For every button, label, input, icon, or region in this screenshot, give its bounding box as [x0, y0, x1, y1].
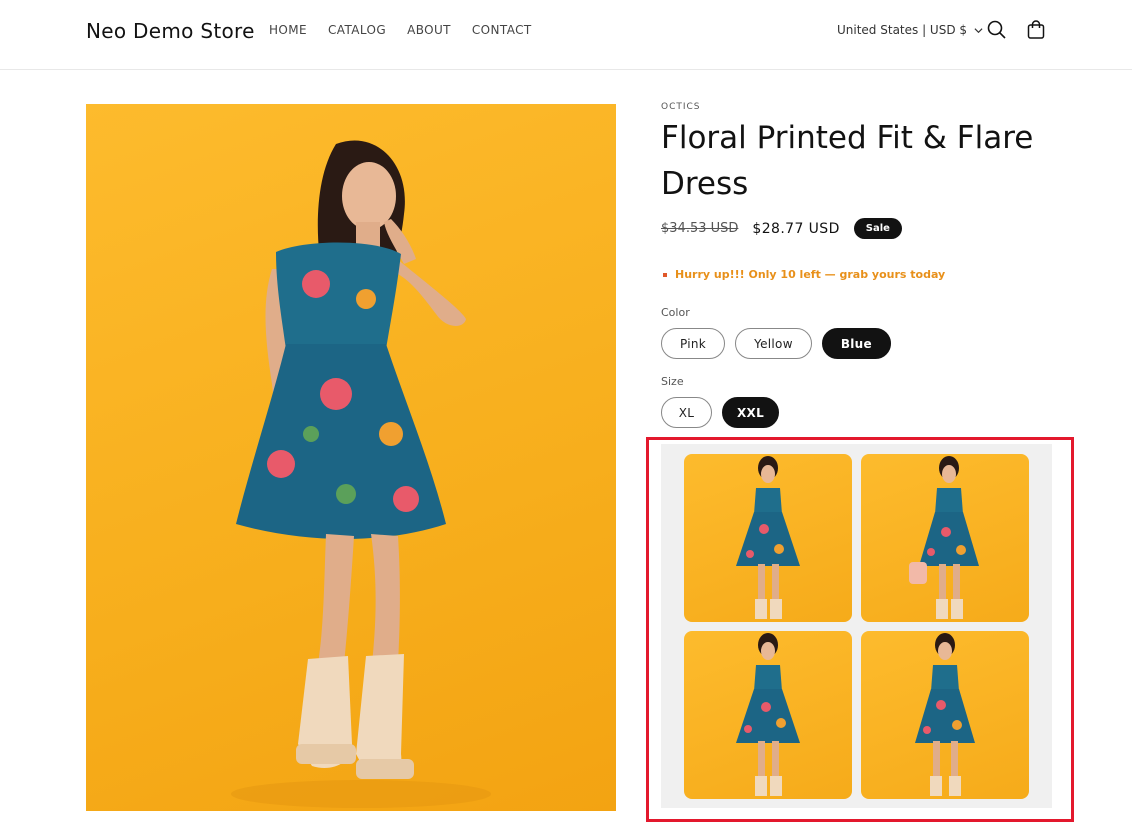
nav-home[interactable]: HOME [269, 23, 307, 37]
product-main-image[interactable] [86, 104, 616, 811]
model-photo [231, 140, 491, 808]
nav-catalog[interactable]: CATALOG [328, 23, 386, 37]
nav-contact[interactable]: CONTACT [472, 23, 532, 37]
product-title: Floral Printed Fit & Flare Dress [661, 120, 1034, 202]
cart-icon[interactable] [1025, 19, 1047, 41]
chevron-down-icon [974, 27, 983, 33]
locale-selector[interactable]: United States | USD $ [837, 23, 983, 37]
color-option-pink[interactable]: Pink [661, 328, 726, 359]
inventory-notice: Hurry up!!! Only 10 left — grab yours to… [663, 268, 945, 281]
locale-label: United States | USD $ [837, 23, 968, 37]
highlight-box [646, 437, 1074, 822]
bullet-icon [663, 272, 667, 277]
inventory-notice-text: Hurry up!!! Only 10 left — grab yours to… [675, 268, 946, 281]
size-option-xl[interactable]: XL [661, 397, 712, 428]
nav-about[interactable]: ABOUT [407, 23, 451, 37]
size-options: XL XXL [661, 397, 779, 428]
color-option-blue[interactable]: Blue [821, 328, 891, 359]
product-vendor: OCTICS [661, 102, 701, 112]
price-block: $34.53 USD $28.77 USD Sale [661, 218, 902, 239]
color-option-yellow[interactable]: Yellow [735, 328, 812, 359]
color-options: Pink Yellow Blue [661, 328, 891, 359]
compare-at-price: $34.53 USD [661, 221, 739, 236]
site-header: Neo Demo Store HOME CATALOG ABOUT CONTAC… [0, 0, 1132, 70]
store-logo[interactable]: Neo Demo Store [86, 19, 255, 43]
search-icon[interactable] [986, 19, 1008, 41]
size-option-xxl[interactable]: XXL [722, 397, 779, 428]
sale-badge: Sale [853, 218, 902, 239]
size-label: Size [661, 375, 684, 388]
main-nav: HOME CATALOG ABOUT CONTACT [269, 23, 532, 37]
color-label: Color [661, 306, 690, 319]
sale-price: $28.77 USD [752, 220, 840, 237]
